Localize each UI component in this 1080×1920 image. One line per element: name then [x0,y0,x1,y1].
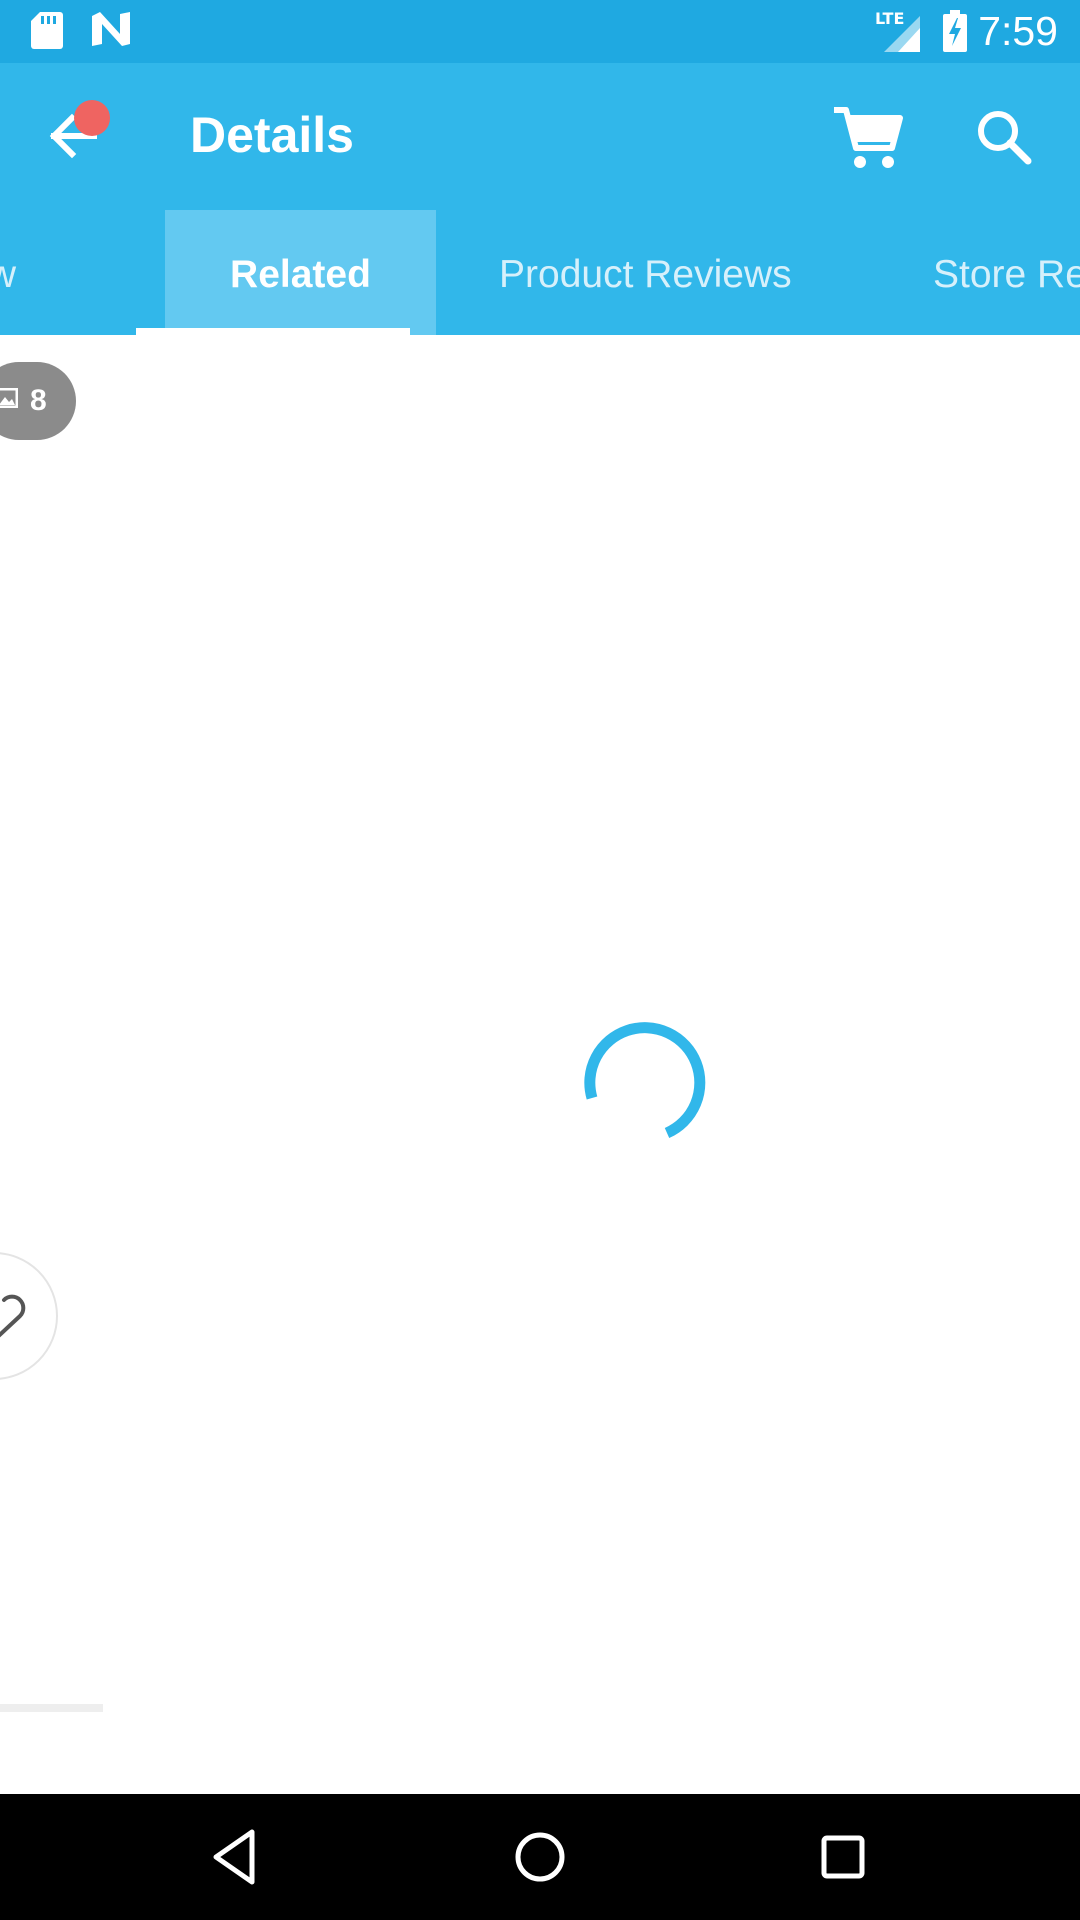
image-icon [0,388,18,408]
search-button[interactable] [972,105,1038,171]
navigation-bar [0,1794,1080,1920]
favorite-button[interactable] [0,1252,58,1380]
page-title: Details [190,107,354,163]
lte-label: LTE [875,9,904,28]
sd-card-icon [31,12,63,49]
cart-button[interactable] [830,104,906,172]
tab-indicator [136,328,410,335]
heart-outline-icon [0,1294,26,1338]
photo-count-badge[interactable]: 8 [0,362,76,440]
nav-home-button[interactable] [505,1822,575,1892]
lte-signal-icon: LTE [875,9,920,52]
notification-dot [74,100,110,136]
nav-recents-icon [821,1835,865,1879]
nav-recents-button[interactable] [808,1822,878,1892]
battery-charging-icon [943,10,967,52]
app-screen: LTE 7:59 Details w Related Product Revie… [0,0,1080,1920]
status-bar: LTE 7:59 [0,0,1080,63]
divider [0,1704,103,1712]
photo-count: 8 [30,384,47,417]
tab-store-reviews[interactable]: Store Re [933,210,1080,335]
loading-spinner-icon [584,1022,706,1139]
status-time: 7:59 [978,8,1058,54]
app-bar: Details [0,63,1080,210]
tab-related[interactable]: Related [165,210,436,335]
nav-back-icon [213,1829,255,1885]
tab-product-reviews[interactable]: Product Reviews [499,210,792,335]
tab-bar: rview Related Product Reviews Store Re [0,210,1080,335]
notification-n-icon [92,12,130,46]
nav-back-button[interactable] [202,1822,272,1892]
cart-icon [834,107,903,168]
tab-overview[interactable]: rview [0,210,16,335]
nav-home-icon [515,1832,565,1882]
search-icon [978,111,1032,165]
